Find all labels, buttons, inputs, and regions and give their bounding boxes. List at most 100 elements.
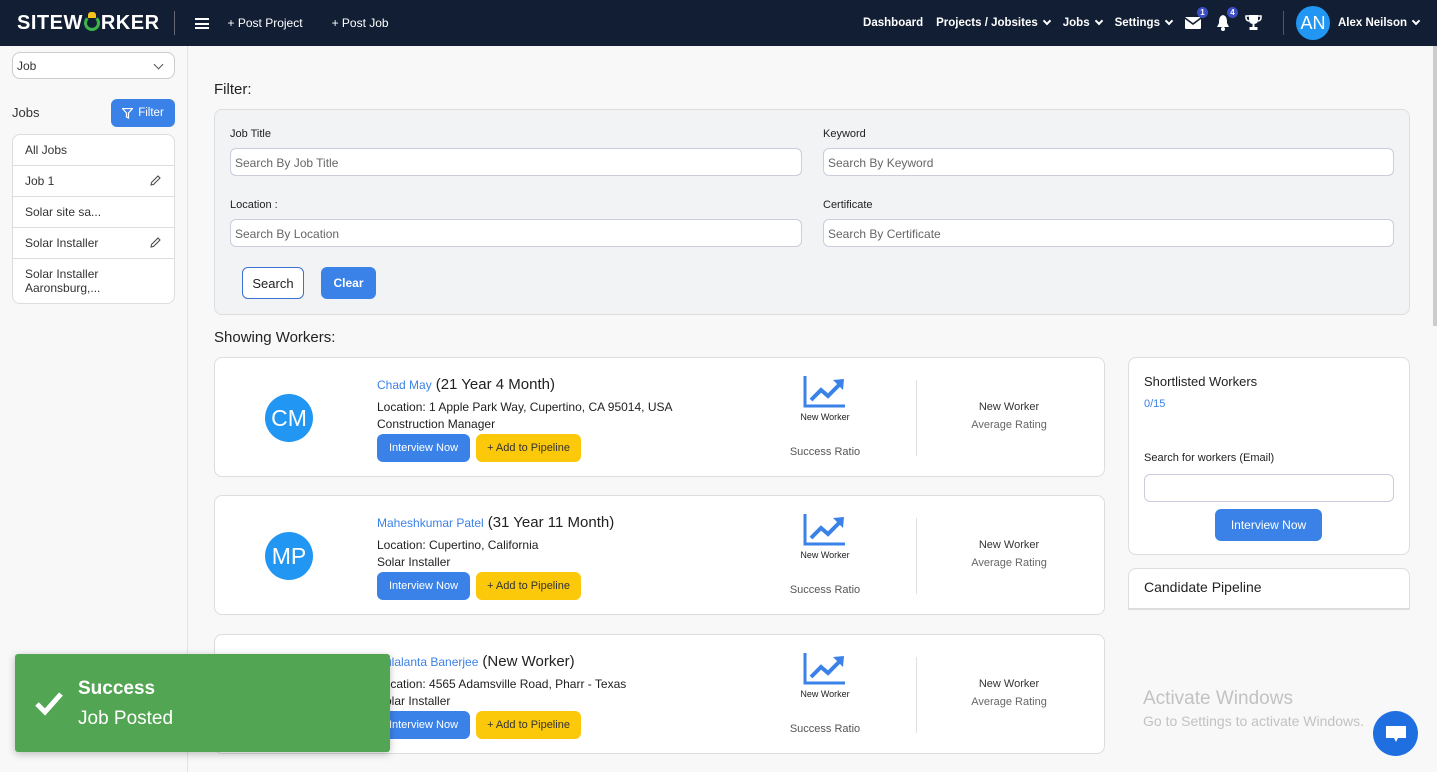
mail-button[interactable]: 1: [1185, 6, 1208, 32]
certificate-label: Certificate: [823, 199, 873, 211]
trend-label: New Worker: [800, 550, 850, 560]
rating-value: New Worker: [978, 539, 1040, 551]
job-item-label: Solar site sa...: [25, 205, 102, 219]
job-list: All Jobs Job 1 Solar site sa... Solar In…: [12, 134, 175, 304]
trend-label: New Worker: [800, 412, 850, 422]
shortlisted-workers-panel: Shortlisted Workers 0/15 Search for work…: [1128, 357, 1410, 555]
checkmark-icon: [35, 692, 63, 716]
user-menu[interactable]: Alex Neilson: [1337, 16, 1421, 29]
chevron-down-icon: [1411, 16, 1421, 26]
job-item-all[interactable]: All Jobs: [13, 135, 174, 166]
interview-now-button[interactable]: Interview Now: [377, 434, 470, 462]
job-item-label: Solar Installer: [25, 236, 99, 250]
worker-location: Location: 4565 Adamsville Road, Pharr - …: [377, 677, 627, 691]
divider: [173, 11, 175, 35]
trend-chart-icon: [803, 514, 845, 546]
nav-settings[interactable]: Settings: [1114, 16, 1174, 29]
showing-workers-heading: Showing Workers:: [214, 329, 336, 346]
chat-button[interactable]: [1373, 711, 1418, 756]
rating-value: New Worker: [978, 401, 1040, 413]
job-title-input[interactable]: Search By Job Title: [230, 148, 802, 176]
rating-label: Average Rating: [971, 557, 1047, 569]
post-job-link[interactable]: + Post Job: [332, 16, 389, 30]
worker-avatar: CM: [265, 394, 313, 442]
location-label: Location :: [230, 199, 278, 211]
user-avatar[interactable]: AN: [1295, 6, 1330, 40]
success-toast[interactable]: Success Job Posted: [15, 654, 390, 752]
rating-label: Average Rating: [971, 696, 1047, 708]
search-button[interactable]: Search: [242, 267, 304, 299]
add-to-pipeline-button[interactable]: + Add to Pipeline: [476, 434, 581, 462]
trend-label: New Worker: [800, 689, 850, 699]
keyword-label: Keyword: [823, 128, 866, 140]
job-title-label: Job Title: [230, 128, 271, 140]
pipeline-title: Candidate Pipeline: [1144, 579, 1262, 595]
interview-now-button[interactable]: Interview Now: [377, 572, 470, 600]
job-item-solar-installer[interactable]: Solar Installer: [13, 228, 174, 259]
nav-projects-label: Projects / Jobsites: [936, 17, 1038, 29]
worker-name-link[interactable]: Maheshkumar Patel: [377, 516, 484, 530]
worker-role: Construction Manager: [377, 417, 496, 431]
chevron-down-icon: [1094, 16, 1103, 26]
windows-activation-watermark: Activate Windows Go to Settings to activ…: [1143, 688, 1364, 729]
trend-chart-icon: [803, 653, 845, 685]
trend-chart-icon: [803, 376, 845, 408]
filter-button[interactable]: Filter: [111, 99, 175, 127]
pencil-icon[interactable]: [149, 174, 162, 187]
trophy-button[interactable]: [1245, 15, 1262, 32]
scrollbar[interactable]: [1433, 46, 1437, 326]
nav-jobs-label: Jobs: [1062, 17, 1090, 29]
trophy-icon: [1245, 15, 1262, 30]
worker-card: MP Maheshkumar Patel (31 Year 11 Month) L…: [214, 495, 1105, 615]
divider: [916, 657, 917, 733]
add-to-pipeline-button[interactable]: + Add to Pipeline: [476, 711, 581, 739]
hamburger-menu-icon[interactable]: [194, 17, 209, 29]
nav-jobs[interactable]: Jobs: [1062, 16, 1103, 29]
worker-name-link[interactable]: Chad May: [377, 378, 432, 392]
chevron-down-icon: [1042, 16, 1051, 26]
worker-avatar: MP: [265, 532, 313, 580]
filter-button-label: Filter: [138, 107, 164, 119]
location-input[interactable]: Search By Location: [230, 219, 802, 247]
certificate-input[interactable]: Search By Certificate: [823, 219, 1394, 247]
shortlist-interview-button[interactable]: Interview Now: [1215, 509, 1322, 541]
chat-bubble-icon: [1385, 725, 1406, 742]
chevron-down-icon: [153, 59, 164, 70]
job-item-job-1[interactable]: Job 1: [13, 166, 174, 197]
mail-icon: [1185, 17, 1202, 29]
worker-experience: (New Worker): [482, 653, 575, 670]
job-item-solar-site[interactable]: Solar site sa...: [13, 197, 174, 228]
notifications-button[interactable]: 4: [1215, 6, 1238, 32]
add-to-pipeline-button[interactable]: + Add to Pipeline: [476, 572, 581, 600]
worker-experience: (21 Year 4 Month): [435, 376, 555, 393]
watermark-line-2: Go to Settings to activate Windows.: [1143, 713, 1364, 729]
interview-now-button[interactable]: Interview Now: [377, 711, 470, 739]
divider: [916, 380, 917, 456]
user-name: Alex Neilson: [1337, 17, 1407, 29]
shortlist-count: 0/15: [1144, 398, 1166, 410]
post-project-link[interactable]: + Post Project: [228, 16, 303, 30]
clear-button[interactable]: Clear: [321, 267, 376, 299]
worker-experience: (31 Year 11 Month): [487, 514, 615, 531]
nav-projects[interactable]: Projects / Jobsites: [936, 16, 1051, 29]
email-search-input[interactable]: [1144, 474, 1394, 502]
type-select[interactable]: Job: [12, 52, 175, 79]
success-ratio-label: Success Ratio: [789, 446, 861, 458]
siteworker-logo[interactable]: SITEW RKER: [17, 12, 160, 35]
candidate-pipeline-panel: Candidate Pipeline: [1128, 568, 1410, 610]
job-item-label: Solar Installer Aaronsburg,...: [25, 267, 101, 295]
nav-dashboard[interactable]: Dashboard: [863, 17, 923, 29]
keyword-input[interactable]: Search By Keyword: [823, 148, 1394, 176]
chevron-down-icon: [1164, 16, 1174, 26]
toast-message: Job Posted: [78, 708, 174, 729]
nav-settings-label: Settings: [1114, 17, 1160, 29]
bell-icon: [1217, 15, 1230, 31]
job-item-solar-installer-aaronsburg[interactable]: Solar Installer Aaronsburg,...: [13, 259, 123, 303]
toast-title: Success: [78, 678, 156, 699]
pencil-icon[interactable]: [149, 236, 162, 249]
shortlist-title: Shortlisted Workers: [1144, 374, 1258, 389]
worker-name-link[interactable]: Sulalanta Banerjee: [377, 655, 478, 669]
job-item-label: Job 1: [25, 174, 55, 188]
rating-value: New Worker: [978, 678, 1040, 690]
worker-location: Location: 1 Apple Park Way, Cupertino, C…: [377, 400, 673, 414]
